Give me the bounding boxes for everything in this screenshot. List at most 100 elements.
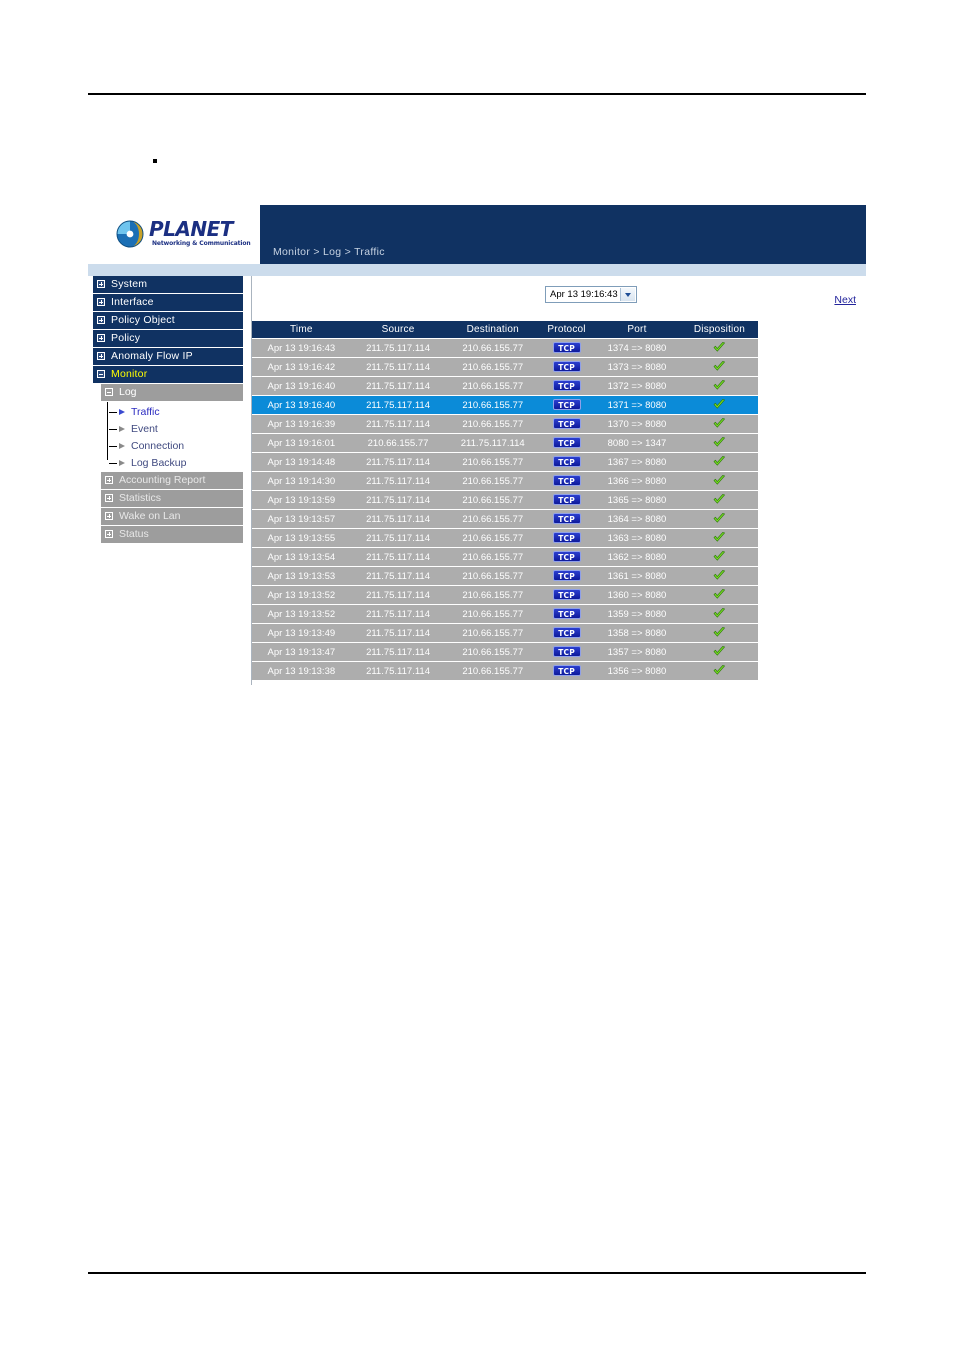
app-body: System Interface Policy Object Policy Anomal…	[88, 276, 866, 685]
cell-port: 1371 => 8080	[593, 396, 681, 414]
sidebar-item-log-backup[interactable]: Log Backup	[109, 455, 243, 472]
table-row[interactable]: Apr 13 19:14:48 211.75.117.114 210.66.155.…	[252, 453, 758, 471]
cell-port: 1359 => 8080	[593, 605, 681, 623]
page-bullet-dot	[153, 159, 157, 163]
table-row[interactable]: Apr 13 19:13:55 211.75.117.114 210.66.155.…	[252, 529, 758, 547]
cell-destination: 210.66.155.77	[445, 358, 541, 376]
cell-disposition	[680, 548, 758, 566]
check-icon	[713, 551, 725, 562]
cell-port: 1366 => 8080	[593, 472, 681, 490]
cell-disposition	[680, 434, 758, 452]
column-header-source[interactable]: Source	[350, 321, 446, 338]
protocol-badge: TCP	[552, 551, 581, 563]
sidebar-item-wake-on-lan[interactable]: Wake on Lan	[101, 508, 243, 525]
cell-destination: 211.75.117.114	[445, 434, 541, 452]
table-row[interactable]: Apr 13 19:13:59 211.75.117.114 210.66.155.…	[252, 491, 758, 509]
expand-plus-icon[interactable]	[97, 298, 105, 306]
cell-source: 211.75.117.114	[350, 586, 446, 604]
table-row[interactable]: Apr 13 19:13:57 211.75.117.114 210.66.155.…	[252, 510, 758, 528]
cell-port: 1367 => 8080	[593, 453, 681, 471]
cell-port: 8080 => 1347	[593, 434, 681, 452]
table-row[interactable]: Apr 13 19:13:53 211.75.117.114 210.66.155.…	[252, 567, 758, 585]
cell-time: Apr 13 19:13:52	[252, 586, 351, 604]
cell-time: Apr 13 19:13:53	[252, 567, 351, 585]
sidebar-item-policy[interactable]: Policy	[93, 330, 243, 347]
sidebar-item-policy-object[interactable]: Policy Object	[93, 312, 243, 329]
expand-plus-icon[interactable]	[105, 494, 113, 502]
table-row[interactable]: Apr 13 19:16:40 211.75.117.114 210.66.155.…	[252, 396, 758, 414]
cell-destination: 210.66.155.77	[445, 605, 541, 623]
cell-destination: 210.66.155.77	[445, 567, 541, 585]
expand-plus-icon[interactable]	[97, 352, 105, 360]
cell-time: Apr 13 19:16:42	[252, 358, 351, 376]
sidebar-item-anomaly-flow-ip[interactable]: Anomaly Flow IP	[93, 348, 243, 365]
sidebar-item-accounting-report[interactable]: Accounting Report	[101, 472, 243, 489]
sidebar-item-system[interactable]: System	[93, 276, 243, 293]
cell-disposition	[680, 377, 758, 395]
sidebar-item-event[interactable]: Event	[109, 421, 243, 438]
expand-plus-icon[interactable]	[105, 476, 113, 484]
table-row[interactable]: Apr 13 19:13:52 211.75.117.114 210.66.155.…	[252, 586, 758, 604]
sidebar-item-statistics[interactable]: Statistics	[101, 490, 243, 507]
column-header-disposition[interactable]: Disposition	[680, 321, 758, 338]
table-row[interactable]: Apr 13 19:16:42 211.75.117.114 210.66.155.…	[252, 358, 758, 376]
table-row[interactable]: Apr 13 19:13:49 211.75.117.114 210.66.155.…	[252, 624, 758, 642]
cell-source: 211.75.117.114	[350, 377, 446, 395]
table-row[interactable]: Apr 13 19:16:40 211.75.117.114 210.66.155.…	[252, 377, 758, 395]
cell-destination: 210.66.155.77	[445, 472, 541, 490]
check-icon	[713, 608, 725, 619]
content-pane: Apr 13 19:16:43 Next Time Source Destina…	[252, 276, 866, 685]
table-row[interactable]: Apr 13 19:16:01 210.66.155.77 211.75.117.1…	[252, 434, 758, 452]
table-row[interactable]: Apr 13 19:13:54 211.75.117.114 210.66.155.…	[252, 548, 758, 566]
cell-time: Apr 13 19:13:54	[252, 548, 351, 566]
expand-plus-icon[interactable]	[105, 530, 113, 538]
cell-disposition	[680, 510, 758, 528]
sidebar-item-interface[interactable]: Interface	[93, 294, 243, 311]
protocol-badge: TCP	[552, 513, 581, 525]
next-link[interactable]: Next	[834, 294, 856, 306]
cell-protocol: TCP	[540, 567, 594, 585]
sidebar-item-label: Status	[119, 528, 149, 540]
column-header-protocol[interactable]: Protocol	[540, 321, 594, 338]
collapse-minus-icon[interactable]	[97, 370, 105, 378]
chevron-down-icon[interactable]	[620, 288, 635, 301]
cell-protocol: TCP	[540, 548, 594, 566]
table-row[interactable]: Apr 13 19:13:52 211.75.117.114 210.66.155.…	[252, 605, 758, 623]
expand-plus-icon[interactable]	[105, 512, 113, 520]
cell-disposition	[680, 472, 758, 490]
table-row[interactable]: Apr 13 19:16:39 211.75.117.114 210.66.155.…	[252, 415, 758, 433]
cell-destination: 210.66.155.77	[445, 510, 541, 528]
sidebar-item-connection[interactable]: Connection	[109, 438, 243, 455]
table-row[interactable]: Apr 13 19:14:30 211.75.117.114 210.66.155.…	[252, 472, 758, 490]
column-header-destination[interactable]: Destination	[445, 321, 541, 338]
sidebar-item-label: Interface	[111, 296, 154, 308]
cell-source: 211.75.117.114	[350, 662, 446, 680]
check-icon	[713, 456, 725, 467]
table-row[interactable]: Apr 13 19:13:47 211.75.117.114 210.66.155.…	[252, 643, 758, 661]
cell-time: Apr 13 19:13:57	[252, 510, 351, 528]
check-icon	[713, 513, 725, 524]
sidebar-item-traffic[interactable]: Traffic	[109, 404, 243, 421]
sidebar-item-monitor[interactable]: Monitor	[93, 366, 243, 383]
column-header-time[interactable]: Time	[252, 321, 351, 338]
cell-protocol: TCP	[540, 643, 594, 661]
expand-plus-icon[interactable]	[97, 334, 105, 342]
collapse-minus-icon[interactable]	[105, 388, 113, 396]
column-header-port[interactable]: Port	[593, 321, 681, 338]
cell-source: 211.75.117.114	[350, 453, 446, 471]
sidebar-item-label: Monitor	[111, 368, 148, 380]
cell-destination: 210.66.155.77	[445, 548, 541, 566]
time-select[interactable]: Apr 13 19:16:43	[545, 286, 637, 303]
cell-protocol: TCP	[540, 453, 594, 471]
sidebar-group-log[interactable]: Log	[101, 384, 243, 401]
table-row[interactable]: Apr 13 19:16:43 211.75.117.114 210.66.155.…	[252, 339, 758, 357]
sidebar-item-label: Traffic	[131, 406, 160, 418]
cell-destination: 210.66.155.77	[445, 586, 541, 604]
cell-protocol: TCP	[540, 415, 594, 433]
sidebar-item-status[interactable]: Status	[101, 526, 243, 543]
expand-plus-icon[interactable]	[97, 316, 105, 324]
arrow-right-icon	[119, 426, 125, 432]
table-row[interactable]: Apr 13 19:13:38 211.75.117.114 210.66.155.…	[252, 662, 758, 680]
expand-plus-icon[interactable]	[97, 280, 105, 288]
cell-port: 1356 => 8080	[593, 662, 681, 680]
